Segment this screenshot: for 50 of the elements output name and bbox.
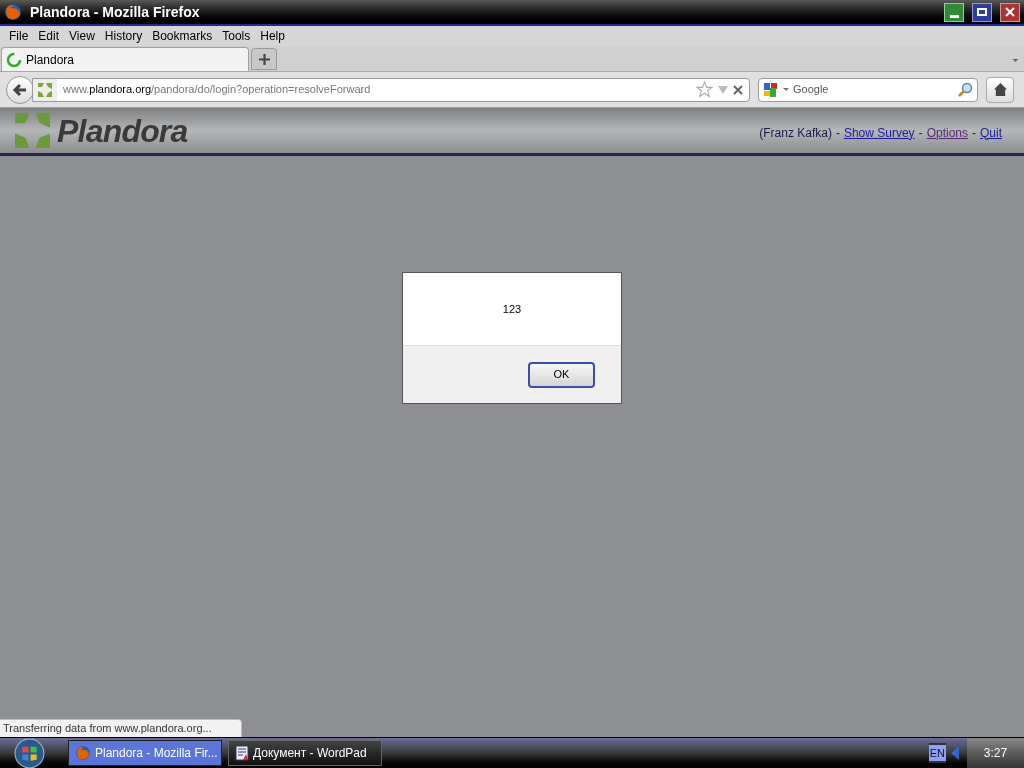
url-field[interactable]: www.plandora.org/pandora/do/login?operation=resolveForward [32, 77, 750, 102]
back-button[interactable] [6, 75, 34, 104]
separator-text: - [835, 124, 840, 142]
header-link[interactable]: Options [926, 123, 968, 142]
document-icon [235, 745, 249, 761]
separator-text: - [972, 124, 976, 142]
dropdown-icon[interactable] [1012, 59, 1019, 62]
logo-text: Plandora [57, 111, 188, 151]
star-icon[interactable] [696, 81, 713, 98]
dropdown-icon[interactable] [783, 88, 789, 91]
search-field[interactable]: Google [793, 81, 953, 98]
alert-message: 123 [502, 301, 522, 317]
user-name: (Franz Kafka) [759, 124, 832, 142]
status-bar: Transferring data from www.plandora.org... [0, 719, 242, 737]
stop-icon[interactable] [733, 84, 743, 95]
restore-button[interactable] [972, 2, 992, 22]
header-link[interactable]: Quit [980, 123, 1002, 142]
search-icon[interactable] [957, 81, 973, 98]
taskbar-button[interactable]: Документ - WordPad [228, 740, 382, 766]
home-button[interactable] [986, 76, 1014, 103]
language-indicator[interactable]: EN [928, 742, 946, 764]
logo-icon [14, 112, 51, 149]
ok-button[interactable]: OK [528, 361, 595, 388]
separator-text: - [918, 124, 923, 142]
expand-tray-icon[interactable] [951, 746, 959, 760]
home-icon [992, 82, 1008, 97]
minimize-button[interactable] [944, 2, 964, 22]
close-button[interactable] [1000, 2, 1020, 22]
close-icon [1005, 7, 1015, 17]
firefox-icon [4, 3, 22, 21]
site-icon [37, 81, 53, 98]
menu-item[interactable]: Bookmarks [147, 27, 218, 45]
menu-item[interactable]: View [64, 27, 100, 45]
menu-item[interactable]: History [99, 27, 148, 45]
clock: 3:27 [967, 737, 1024, 768]
menu-item[interactable]: File [4, 27, 34, 45]
window-title: Plandora - Mozilla Firefox [30, 2, 201, 22]
search-bar[interactable]: Google [758, 77, 978, 102]
search-engine-icon [763, 81, 779, 98]
firefox-icon [75, 745, 91, 761]
header-link[interactable]: Show Survey [843, 123, 915, 142]
plus-icon [258, 53, 270, 65]
taskbar-button[interactable]: Plandora - Mozilla Fir... [68, 740, 222, 766]
browser-tab[interactable]: Plandora [1, 47, 249, 71]
windows-logo-icon [13, 737, 45, 768]
menu-item[interactable]: Edit [33, 27, 65, 45]
menu-item[interactable]: Tools [217, 27, 256, 45]
back-arrow-icon [12, 81, 28, 98]
new-tab-button[interactable] [251, 48, 277, 70]
menu-item[interactable]: Help [255, 27, 290, 45]
